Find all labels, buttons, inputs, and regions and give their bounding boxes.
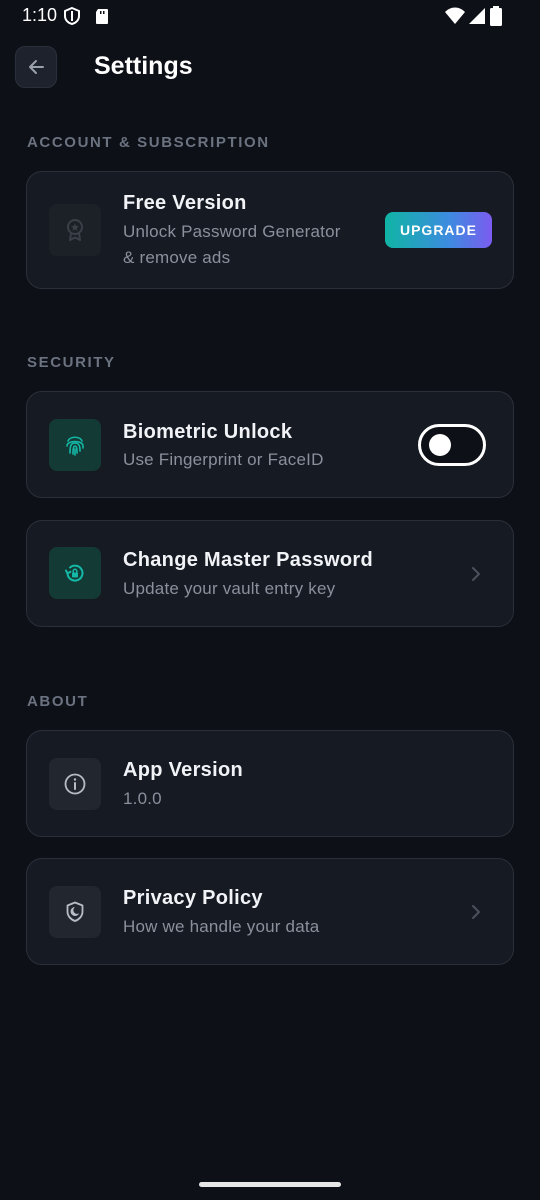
status-time: 1:10 xyxy=(22,5,58,25)
chevron-right-icon xyxy=(472,567,480,581)
biometric-unlock-subtitle: Use Fingerprint or FaceID xyxy=(123,450,324,469)
lock-reset-icon xyxy=(65,564,84,582)
signal-icon xyxy=(469,8,485,24)
app-version-title: App Version xyxy=(123,759,243,781)
shield-icon-box xyxy=(49,886,101,938)
free-version-title: Free Version xyxy=(123,192,247,214)
biometric-unlock-title: Biometric Unlock xyxy=(123,421,293,443)
section-header-security: SECURITY xyxy=(27,354,116,371)
biometric-unlock-card: Biometric Unlock Use Fingerprint or Face… xyxy=(26,391,514,498)
privacy-policy-title: Privacy Policy xyxy=(123,887,263,909)
status-bar: 1:10 xyxy=(0,0,540,32)
info-icon-box xyxy=(49,758,101,810)
shield-icon xyxy=(66,901,84,922)
battery-icon xyxy=(490,6,502,26)
change-master-password-card[interactable]: Change Master Password Update your vault… xyxy=(26,520,514,627)
biometric-unlock-toggle[interactable] xyxy=(418,424,486,466)
free-version-subtitle-line1: Unlock Password Generator xyxy=(123,222,341,241)
section-header-account: ACCOUNT & SUBSCRIPTION xyxy=(27,134,270,151)
arrow-left-icon xyxy=(29,60,44,74)
app-version-value: 1.0.0 xyxy=(123,789,162,808)
wifi-icon xyxy=(445,7,465,24)
info-icon xyxy=(64,773,86,795)
shield-status-icon xyxy=(64,6,80,26)
change-master-password-title: Change Master Password xyxy=(123,549,374,571)
back-button[interactable] xyxy=(15,46,57,88)
home-indicator[interactable] xyxy=(199,1182,341,1187)
lock-reset-icon-box xyxy=(49,547,101,599)
section-header-about: ABOUT xyxy=(27,693,89,710)
free-version-card: Free Version Unlock Password Generator &… xyxy=(26,171,514,289)
app-version-card: App Version 1.0.0 xyxy=(26,730,514,837)
upgrade-button[interactable]: UPGRADE xyxy=(385,212,492,248)
privacy-policy-card[interactable]: Privacy Policy How we handle your data xyxy=(26,858,514,965)
fingerprint-icon-box xyxy=(49,419,101,471)
toggle-knob xyxy=(429,434,451,456)
privacy-policy-subtitle: How we handle your data xyxy=(123,917,320,936)
free-version-subtitle-line2: & remove ads xyxy=(123,248,231,267)
change-master-password-subtitle: Update your vault entry key xyxy=(123,579,336,598)
award-icon xyxy=(67,219,83,241)
sd-card-icon xyxy=(96,9,108,24)
award-icon-box xyxy=(49,204,101,256)
chevron-right-icon xyxy=(472,905,480,919)
page-title: Settings xyxy=(94,52,193,80)
fingerprint-icon xyxy=(66,436,84,456)
